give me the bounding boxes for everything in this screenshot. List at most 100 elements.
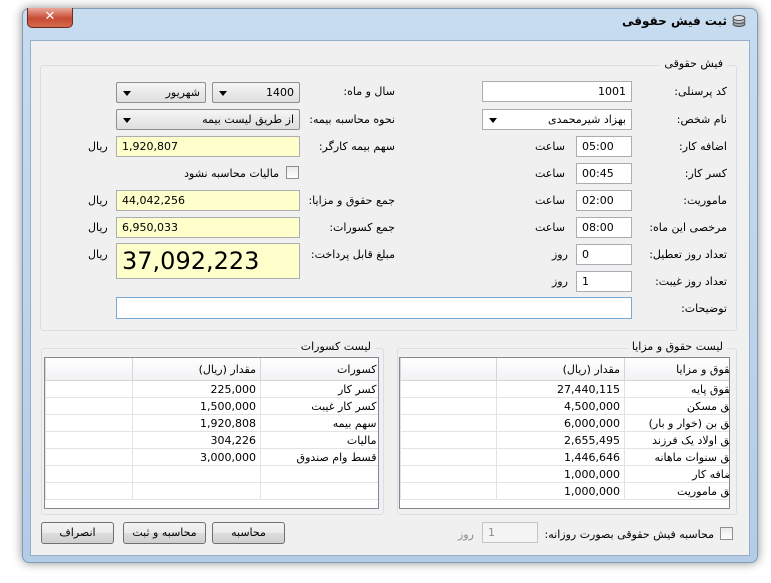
holidays-label: تعداد روز تعطیل: [649, 248, 727, 261]
year-value: 1400 [266, 86, 294, 99]
chevron-down-icon [489, 118, 497, 123]
earnings-name-cell: اضافه کار [624, 465, 729, 483]
earnings-header-empty [400, 358, 497, 381]
earnings-group-title: لیست حقوق و مزایا [627, 340, 727, 353]
earnings-header-amount[interactable]: مقدار (ریال) [496, 358, 625, 381]
month-value: شهریور [165, 86, 200, 99]
window-title: ثبت فیش حقوقی [622, 14, 727, 28]
deductions-header-name[interactable]: کسورات [260, 358, 378, 381]
table-row[interactable]: سهم بیمه 1,920,808 [45, 414, 378, 432]
table-row[interactable]: حق مسکن4,500,000 [400, 397, 729, 415]
earnings-header-name[interactable]: حقوق و مزایا [624, 358, 729, 381]
mission-label: ماموریت: [683, 194, 727, 207]
deductions-group-title: لیست کسورات [296, 340, 375, 353]
leave-unit: ساعت [535, 221, 565, 234]
deductions-name-cell: کسر کار [260, 380, 378, 398]
earnings-amount-cell: 1,000,000 [496, 482, 625, 500]
close-button[interactable]: ✕ [27, 8, 73, 28]
employee-insurance-value: 1,920,807 [116, 136, 300, 157]
earnings-amount-cell: 1,446,646 [496, 448, 625, 466]
person-name-combo[interactable]: بهزاد شیرمحمدی [482, 109, 632, 130]
cancel-button[interactable]: انصراف [41, 522, 114, 544]
table-row[interactable]: حق سنوات ماهانه 1,446,646 [400, 448, 729, 466]
table-row[interactable]: اضافه کار1,000,000 [400, 465, 729, 483]
insurance-method-combo[interactable]: از طریق لیست بیمه [116, 109, 300, 130]
holidays-input[interactable]: 0 [576, 244, 632, 265]
earnings-amount-cell: 2,655,495 [496, 431, 625, 449]
employee-insurance-unit: ریال [88, 140, 108, 153]
table-row [45, 482, 378, 500]
month-combo[interactable]: شهریور [116, 82, 206, 103]
calculate-button[interactable]: محاسبه [212, 522, 285, 544]
notes-input[interactable] [116, 297, 632, 319]
table-row[interactable]: مالیات 304,226 [45, 431, 378, 449]
table-row [45, 465, 378, 483]
table-row[interactable]: حق بن (خوار و بار) 6,000,000 [400, 414, 729, 432]
person-name-value: بهزاد شیرمحمدی [548, 113, 626, 126]
deductions-amount-cell: 1,920,808 [132, 414, 261, 432]
absence-input[interactable]: 1 [576, 271, 632, 292]
no-tax-checkbox[interactable] [286, 166, 299, 179]
earnings-amount-cell: 27,440,115 [496, 380, 625, 398]
total-earnings-unit: ریال [88, 194, 108, 207]
mission-unit: ساعت [535, 194, 565, 207]
daily-calc-label: محاسبه فیش حقوقی بصورت روزانه: [544, 528, 714, 541]
earnings-name-cell: حق ماموریت [624, 482, 729, 500]
undertime-input[interactable]: 00:45 [576, 163, 632, 184]
earnings-amount-cell: 6,000,000 [496, 414, 625, 432]
close-icon: ✕ [44, 9, 56, 24]
notes-label: توضیحات: [681, 302, 727, 315]
deductions-grid[interactable]: کسورات مقدار (ریال) کسر کار 225,000 کسر ک… [44, 357, 379, 509]
deductions-header-empty [45, 358, 133, 381]
no-tax-label: مالیات محاسبه نشود [184, 167, 279, 180]
chevron-down-icon [219, 91, 227, 96]
total-earnings-label: جمع حقوق و مزایا: [308, 194, 395, 207]
coins-icon [731, 12, 747, 28]
table-row[interactable]: حقوق پایه27,440,115 [400, 380, 729, 398]
deductions-amount-cell: 225,000 [132, 380, 261, 398]
table-row[interactable]: حق ماموریت1,000,000 [400, 482, 729, 500]
year-month-label: سال و ماه: [343, 85, 395, 98]
chevron-down-icon [123, 91, 131, 96]
table-row[interactable]: قسط وام صندوق 3,000,000 [45, 448, 378, 466]
earnings-amount-cell: 1,000,000 [496, 465, 625, 483]
table-row[interactable]: حق اولاد یک فرزند 2,655,495 [400, 431, 729, 449]
total-earnings-value: 44,042,256 [116, 190, 300, 211]
table-row[interactable]: کسر کار 225,000 [45, 380, 378, 398]
earnings-name-cell: حق سنوات ماهانه [624, 448, 729, 466]
table-row[interactable]: کسر کار غیبت 1,500,000 [45, 397, 378, 415]
deductions-name-cell: مالیات [260, 431, 378, 449]
overtime-input[interactable]: 05:00 [576, 136, 632, 157]
payable-value: 37,092,223 [116, 243, 300, 279]
chevron-down-icon [123, 118, 131, 123]
undertime-label: کسر کار: [684, 167, 727, 180]
personnel-code-input[interactable]: 1001 [482, 81, 632, 102]
employee-insurance-label: سهم بیمه کارگر: [318, 140, 395, 153]
days-input[interactable]: 1 [482, 522, 538, 543]
year-combo[interactable]: 1400 [212, 82, 300, 103]
earnings-name-cell: حق مسکن [624, 397, 729, 415]
earnings-name-cell: حق اولاد یک فرزند [624, 431, 729, 449]
deductions-name-cell: سهم بیمه [260, 414, 378, 432]
daily-calc-checkbox[interactable] [720, 527, 733, 540]
insurance-method-value: از طریق لیست بیمه [202, 113, 294, 126]
earnings-name-cell: حقوق پایه [624, 380, 729, 398]
overtime-label: اضافه کار: [678, 140, 727, 153]
deductions-amount-cell: 3,000,000 [132, 448, 261, 466]
earnings-amount-cell: 4,500,000 [496, 397, 625, 415]
deductions-name-cell: کسر کار غیبت [260, 397, 378, 415]
deductions-header-amount[interactable]: مقدار (ریال) [132, 358, 261, 381]
calculate-save-button[interactable]: محاسبه و ثبت [123, 522, 206, 544]
total-deductions-unit: ریال [88, 221, 108, 234]
payable-label: مبلغ قابل پرداخت: [310, 248, 395, 261]
earnings-grid[interactable]: حقوق و مزایا مقدار (ریال) حقوق پایه27,44… [399, 357, 730, 509]
deductions-name-cell: قسط وام صندوق [260, 448, 378, 466]
leave-input[interactable]: 08:00 [576, 217, 632, 238]
undertime-unit: ساعت [535, 167, 565, 180]
days-unit: روز [458, 528, 474, 541]
insurance-method-label: نحوه محاسبه بیمه: [309, 113, 395, 126]
deductions-amount-cell: 1,500,000 [132, 397, 261, 415]
deductions-amount-cell: 304,226 [132, 431, 261, 449]
mission-input[interactable]: 02:00 [576, 190, 632, 211]
total-deductions-label: جمع کسورات: [329, 221, 395, 234]
